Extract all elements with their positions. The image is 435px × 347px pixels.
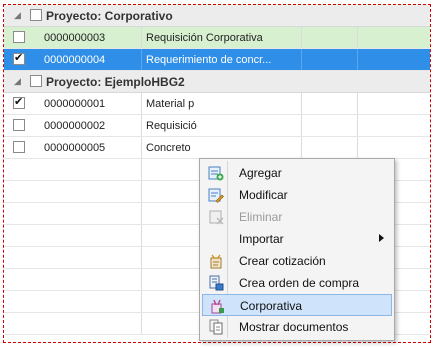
row-id: 0000000004 [40,49,142,70]
row-id: 0000000001 [40,93,142,114]
row-checkbox[interactable] [13,119,25,131]
row-cell [358,27,430,48]
menu-item-corporativa[interactable]: Corporativa [202,294,392,316]
row-id: 0000000005 [40,137,142,158]
row-id: 0000000002 [40,115,142,136]
menu-item-crea-orden-de-compra[interactable]: Crea orden de compra [202,272,392,294]
row-description: Requerimiento de concr... [142,49,302,70]
row-description: Material p [142,93,302,114]
table-row[interactable]: 0000000003 Requisición Corporativa [4,27,430,49]
menu-item-modificar[interactable]: Modificar [202,184,392,206]
delete-icon [209,210,224,225]
add-icon [208,166,224,181]
purchase-order-icon [209,275,224,291]
row-cell [358,137,430,158]
row-description: Requisición Corporativa [142,27,302,48]
row-description: Requisició [142,115,302,136]
menu-item-label: Modificar [239,188,288,202]
row-checkbox[interactable] [13,141,25,153]
menu-item-label: Mostrar documentos [239,320,349,334]
row-cell [358,93,430,114]
row-cell [302,137,358,158]
collapse-triangle-icon[interactable]: ◢ [14,76,21,87]
corporate-icon [211,299,224,314]
menu-item-label: Crea orden de compra [239,276,360,290]
quote-icon [210,254,222,269]
row-cell [358,49,430,70]
row-cell [302,115,358,136]
table-row[interactable]: 0000000005 Concreto [4,137,430,159]
group-title: Proyecto: EjemploHBG2 [46,75,185,89]
row-id: 0000000003 [40,27,142,48]
row-checkbox[interactable] [13,51,25,65]
menu-item-crear-cotizacion[interactable]: Crear cotización [202,250,392,272]
row-cell [302,49,358,70]
table-row[interactable]: 0000000004 Requerimiento de concr... [4,49,430,71]
menu-item-label: Crear cotización [239,254,326,268]
submenu-arrow-icon [379,234,384,242]
group-title: Proyecto: Corporativo [46,9,173,23]
group-header-ejemplohbg2[interactable]: ◢ Proyecto: EjemploHBG2 [4,71,430,93]
edit-icon [208,188,224,203]
menu-item-importar[interactable]: Importar [202,228,392,250]
context-menu: Agregar Modificar Eliminar Importar Crea… [199,158,395,341]
group-header-corporativo[interactable]: ◢ Proyecto: Corporativo [4,5,430,27]
collapse-triangle-icon[interactable]: ◢ [14,10,21,21]
menu-item-label: Agregar [239,166,282,180]
menu-item-label: Importar [239,232,284,246]
menu-item-mostrar-documentos[interactable]: Mostrar documentos [202,316,392,338]
row-cell [358,115,430,136]
table-row[interactable]: 0000000001 Material p [4,93,430,115]
group-checkbox[interactable] [30,9,42,21]
menu-item-label: Eliminar [239,210,283,224]
menu-item-agregar[interactable]: Agregar [202,162,392,184]
row-checkbox[interactable] [13,31,25,43]
row-cell [302,27,358,48]
menu-item-label: Corporativa [240,299,303,313]
documents-icon [209,319,223,335]
row-cell [302,93,358,114]
row-checkbox[interactable] [13,95,25,109]
group-checkbox[interactable] [30,75,42,87]
menu-item-eliminar[interactable]: Eliminar [202,206,392,228]
row-description: Concreto [142,137,302,158]
table-row[interactable]: 0000000002 Requisició [4,115,430,137]
